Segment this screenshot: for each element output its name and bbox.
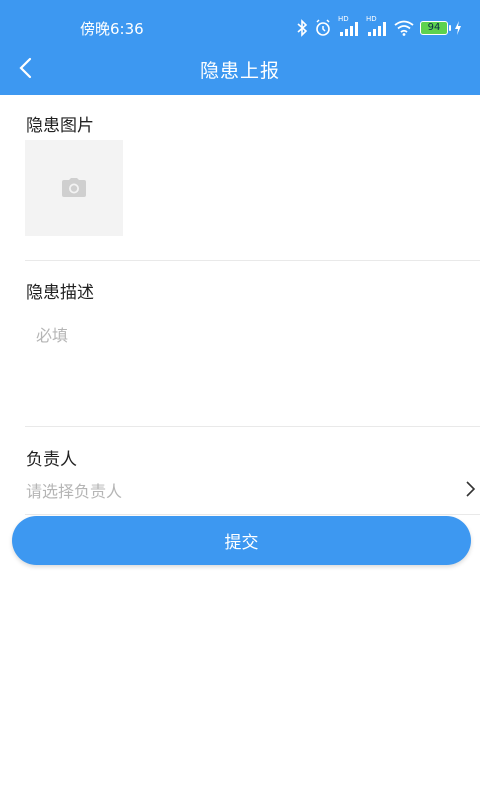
camera-icon <box>62 178 86 197</box>
signal-icon: HD <box>366 15 388 37</box>
chevron-right-icon <box>466 481 476 497</box>
signal-hd-label: HD <box>338 15 349 23</box>
charging-icon <box>454 21 462 35</box>
battery-level: 94 <box>427 22 441 33</box>
wifi-icon <box>394 20 414 36</box>
description-input[interactable] <box>26 316 456 406</box>
owner-label: 负责人 <box>26 450 77 470</box>
divider <box>25 260 480 261</box>
alarm-icon <box>314 19 332 37</box>
divider <box>25 426 480 427</box>
owner-select[interactable]: 请选择负责人 <box>0 474 480 506</box>
signal-icon: HD <box>338 15 360 37</box>
divider <box>25 514 480 515</box>
app-header: 傍晚6:36 HD HD 94 隐患上报 <box>0 0 480 95</box>
owner-select-placeholder: 请选择负责人 <box>26 482 123 501</box>
status-time: 傍晚6:36 <box>80 20 144 38</box>
page-title: 隐患上报 <box>199 60 280 82</box>
description-label: 隐患描述 <box>26 283 94 303</box>
submit-button[interactable]: 提交 <box>12 516 471 565</box>
bluetooth-icon <box>296 19 308 37</box>
signal-hd-label: HD <box>366 15 377 23</box>
add-photo-button[interactable] <box>25 140 123 236</box>
battery-icon: 94 <box>420 21 451 35</box>
photo-label: 隐患图片 <box>26 116 94 136</box>
status-icons: HD HD 94 <box>296 15 462 41</box>
